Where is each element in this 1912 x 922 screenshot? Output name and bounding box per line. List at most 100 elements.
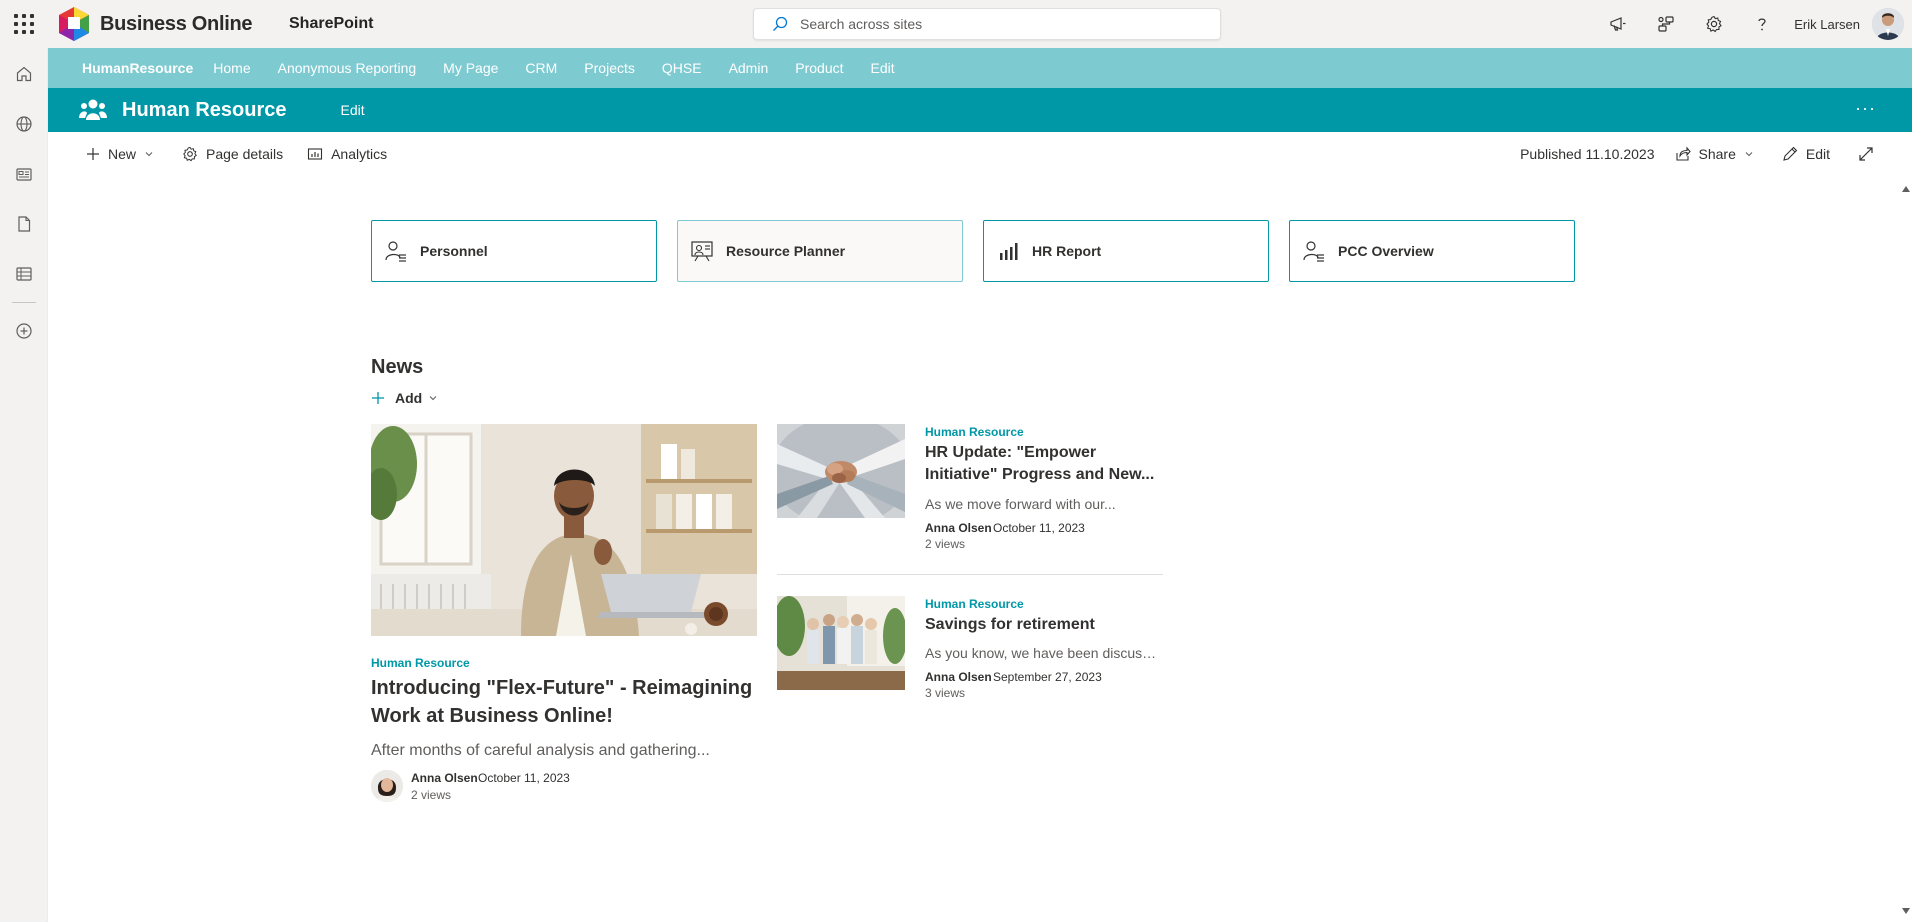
- share-button[interactable]: Share: [1667, 138, 1762, 170]
- add-label: Add: [395, 390, 423, 406]
- bar-chart-icon: [1000, 243, 1018, 260]
- expand-icon: [1859, 147, 1873, 161]
- new-button[interactable]: New: [78, 138, 162, 170]
- edit-label: Edit: [1805, 146, 1830, 162]
- command-bar-right: Published 11.10.2023 Share Edit: [1520, 132, 1912, 176]
- hub-link-anonymous-reporting[interactable]: Anonymous Reporting: [278, 60, 417, 76]
- search-icon: [773, 16, 788, 31]
- scroll-down-arrow[interactable]: [1902, 908, 1910, 914]
- author-avatar[interactable]: [371, 770, 403, 802]
- site-header: Human Resource Edit ···: [48, 88, 1912, 132]
- news-item-title[interactable]: Savings for retirement: [925, 614, 1161, 636]
- hero-news-image[interactable]: [371, 424, 757, 636]
- org-chart-icon[interactable]: [1642, 0, 1690, 48]
- app-launcher-icon[interactable]: [12, 12, 36, 36]
- news-item-description: As we move forward with our...: [925, 496, 1116, 512]
- expand-button[interactable]: [1850, 138, 1890, 170]
- quicklink-personnel[interactable]: Personnel: [371, 220, 657, 282]
- add-circle-icon[interactable]: [0, 307, 48, 355]
- rail-divider: [12, 302, 36, 303]
- news-icon[interactable]: [0, 150, 48, 198]
- news-item-views: 2 views: [925, 537, 966, 551]
- news-item-description: As you know, we have been discussi...: [925, 645, 1161, 661]
- news-item-author[interactable]: Anna Olsen: [925, 521, 992, 535]
- hero-date: October 11, 2023: [478, 771, 570, 785]
- news-item-date: September 27, 2023: [993, 670, 1102, 684]
- analytics-label: Analytics: [331, 146, 388, 162]
- new-label: New: [108, 146, 137, 162]
- people-list-icon: [1303, 241, 1324, 262]
- page-details-label: Page details: [206, 146, 284, 162]
- gear-icon[interactable]: [1690, 0, 1738, 48]
- quicklink-resource-planner[interactable]: Resource Planner: [677, 220, 963, 282]
- share-label: Share: [1698, 146, 1736, 162]
- site-edit-link[interactable]: Edit: [341, 102, 365, 118]
- suite-actions: Erik Larsen: [1594, 0, 1912, 48]
- news-item-date: October 11, 2023: [993, 521, 1085, 535]
- megaphone-icon[interactable]: [1594, 0, 1642, 48]
- people-list-icon: [385, 241, 406, 262]
- chevron-down-icon: [145, 152, 153, 157]
- document-icon[interactable]: [0, 200, 48, 248]
- plus-icon: [372, 392, 384, 404]
- brand-name[interactable]: Business Online: [100, 13, 253, 36]
- hub-link-admin[interactable]: Admin: [729, 60, 769, 76]
- hero-views: 2 views: [411, 788, 452, 802]
- hub-link-qhse[interactable]: QHSE: [662, 60, 702, 76]
- user-name[interactable]: Erik Larsen: [1794, 17, 1860, 32]
- hero-description: After months of careful analysis and gat…: [371, 742, 710, 759]
- news-divider: [777, 574, 1163, 575]
- globe-icon[interactable]: [0, 100, 48, 148]
- edit-button[interactable]: Edit: [1774, 138, 1838, 170]
- hero-author[interactable]: Anna Olsen: [411, 771, 478, 785]
- list-icon[interactable]: [0, 250, 48, 298]
- published-date: Published 11.10.2023: [1520, 146, 1655, 162]
- hub-link-crm[interactable]: CRM: [525, 60, 557, 76]
- site-title[interactable]: Human Resource: [122, 99, 287, 122]
- hub-navigation: HumanResource Home Anonymous Reporting M…: [48, 48, 1912, 88]
- quicklink-label: HR Report: [1032, 243, 1102, 259]
- search-input[interactable]: [800, 16, 1200, 32]
- command-bar: New Page details Analytics Published 11.…: [48, 132, 1912, 176]
- news-item: Human Resource Savings for retirement As…: [777, 596, 1163, 732]
- chevron-down-icon: [1745, 152, 1753, 157]
- chevron-down-icon: [429, 396, 437, 401]
- add-news-button[interactable]: Add: [371, 390, 438, 406]
- user-avatar[interactable]: [1872, 8, 1904, 40]
- business-online-logo[interactable]: [54, 4, 94, 44]
- hub-link-home[interactable]: Home: [213, 60, 250, 76]
- hero-category[interactable]: Human Resource: [371, 656, 470, 670]
- quicklink-label: Personnel: [420, 243, 488, 259]
- quicklink-hr-report[interactable]: HR Report: [983, 220, 1269, 282]
- left-rail: [0, 48, 48, 922]
- analytics-icon: [308, 148, 323, 160]
- hub-title[interactable]: HumanResource: [82, 60, 193, 76]
- news-item-image[interactable]: [777, 596, 905, 690]
- suite-bar: Business Online SharePoint Erik Larsen: [0, 0, 1912, 48]
- hero-title[interactable]: Introducing "Flex-Future" - Reimagining …: [371, 674, 757, 730]
- hub-link-product[interactable]: Product: [795, 60, 843, 76]
- hub-link-edit[interactable]: Edit: [871, 60, 895, 76]
- search-box[interactable]: [753, 8, 1221, 40]
- analytics-button[interactable]: Analytics: [299, 138, 395, 170]
- quicklink-pcc-overview[interactable]: PCC Overview: [1289, 220, 1575, 282]
- scroll-up-arrow[interactable]: [1902, 186, 1910, 192]
- news-item-title[interactable]: HR Update: "Empower Initiative" Progress…: [925, 442, 1161, 486]
- people-group-icon[interactable]: [78, 95, 108, 125]
- hub-link-my-page[interactable]: My Page: [443, 60, 498, 76]
- more-options-icon[interactable]: ···: [1855, 98, 1876, 119]
- plus-icon: [87, 148, 99, 160]
- home-icon[interactable]: [0, 50, 48, 98]
- page-details-button[interactable]: Page details: [174, 138, 291, 170]
- news-item-category[interactable]: Human Resource: [925, 425, 1024, 439]
- share-icon: [1675, 146, 1691, 161]
- news-item-author[interactable]: Anna Olsen: [925, 670, 992, 684]
- news-item: Human Resource HR Update: "Empower Initi…: [777, 424, 1163, 560]
- help-icon[interactable]: [1738, 0, 1786, 48]
- news-item-category[interactable]: Human Resource: [925, 597, 1024, 611]
- app-name[interactable]: SharePoint: [289, 15, 373, 33]
- news-item-image[interactable]: [777, 424, 905, 518]
- pencil-icon: [1783, 146, 1798, 161]
- news-heading: News: [371, 356, 424, 378]
- hub-link-projects[interactable]: Projects: [584, 60, 635, 76]
